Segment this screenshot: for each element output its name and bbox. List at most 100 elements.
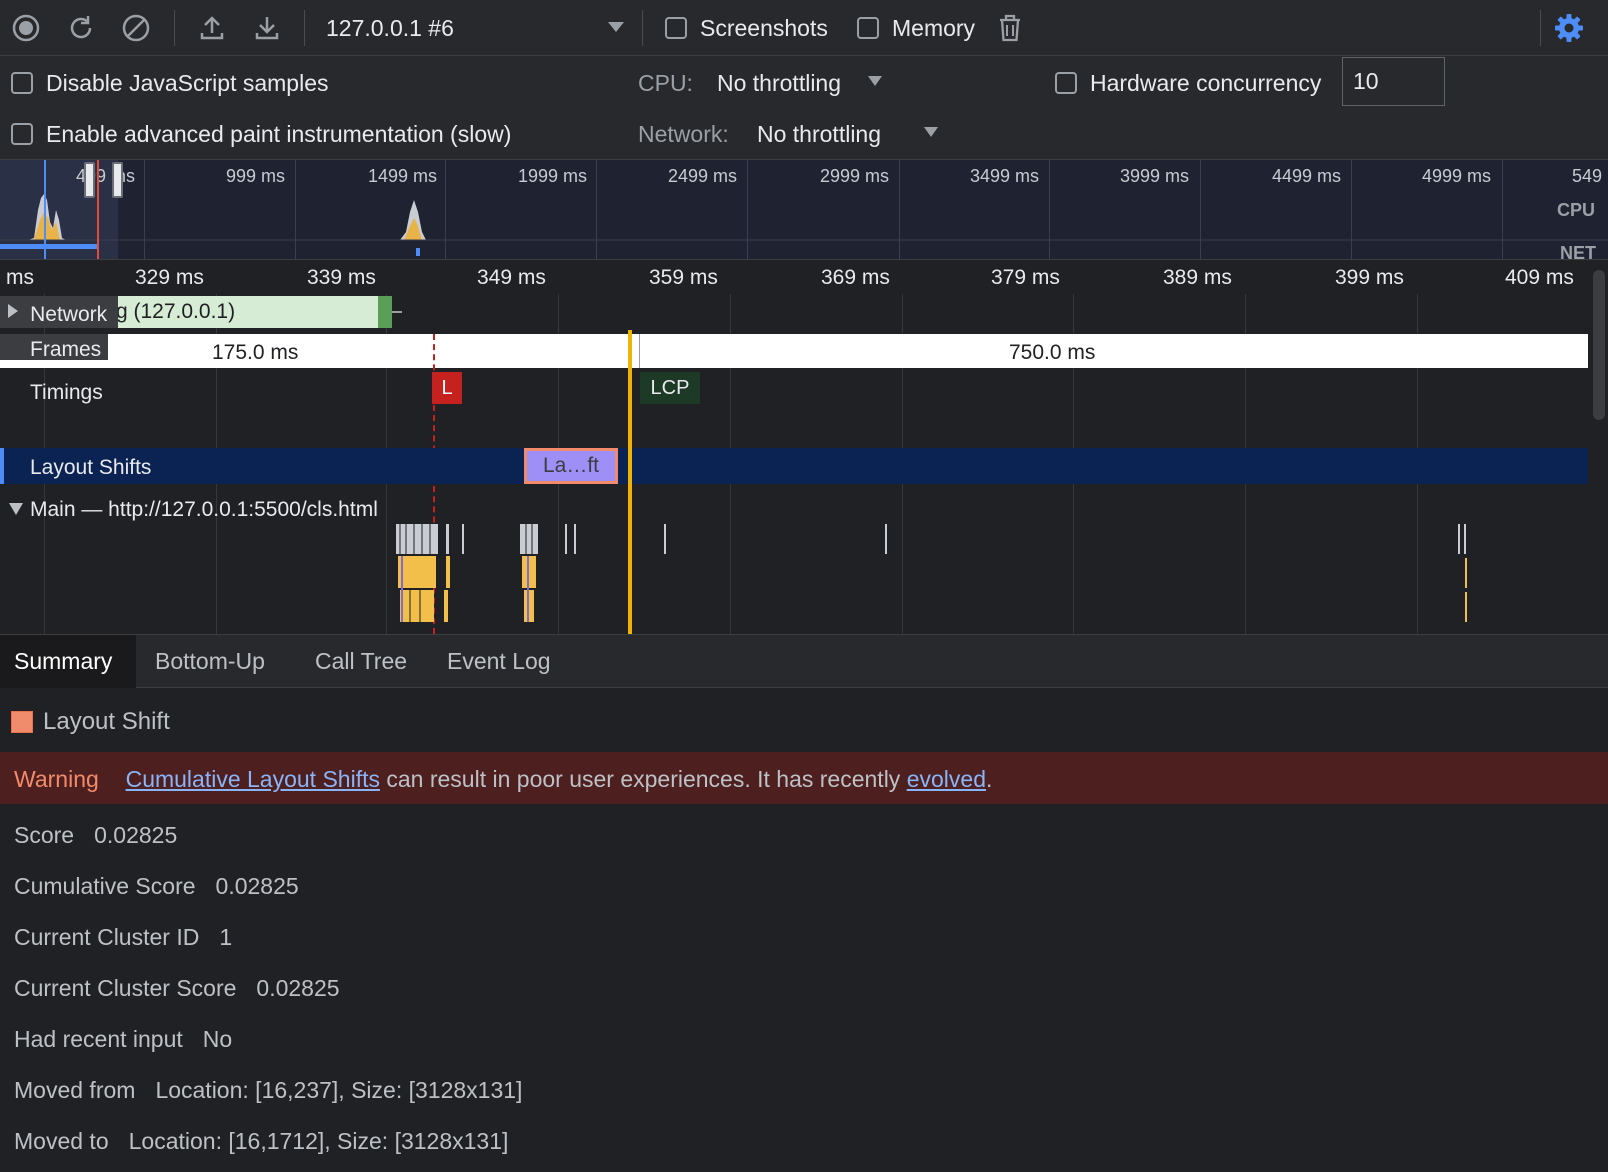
summary-panel: Layout Shift Warning Cumulative Layout S… — [0, 688, 1608, 1172]
tab-event-log[interactable]: Event Log — [433, 635, 565, 688]
gear-icon — [1555, 14, 1583, 42]
evolved-link[interactable]: evolved — [907, 766, 986, 792]
profile-select[interactable]: 127.0.0.1 #6 — [326, 17, 454, 40]
ruler-tick-label: 409 ms — [1505, 266, 1574, 289]
capture-settings-button[interactable] — [1553, 12, 1585, 44]
dropdown-arrow-icon[interactable] — [923, 126, 939, 139]
screenshots-checkbox[interactable] — [665, 17, 687, 39]
advanced-paint-checkbox[interactable] — [11, 123, 33, 145]
row-key: Had recent input — [14, 1026, 183, 1052]
cls-docs-link[interactable]: Cumulative Layout Shifts — [126, 766, 380, 792]
advanced-paint-label: Enable advanced paint instrumentation (s… — [46, 121, 512, 147]
tab-bottom-up[interactable]: Bottom-Up — [141, 635, 279, 688]
warning-end: . — [985, 766, 993, 792]
main-thread-track-label[interactable]: Main — http://127.0.0.1:5500/cls.html — [30, 499, 378, 520]
memory-label: Memory — [892, 15, 976, 41]
overview-cpu-label: CPU — [1557, 200, 1596, 220]
ruler-tick-label: 369 ms — [821, 266, 890, 289]
hardware-concurrency-checkbox[interactable] — [1055, 72, 1077, 94]
summary-row-recent-input: Had recent input No — [14, 1028, 232, 1051]
ruler-tick-label: 399 ms — [1335, 266, 1404, 289]
hardware-concurrency-input[interactable]: 10 — [1342, 57, 1445, 106]
triangle-right-icon — [8, 304, 18, 318]
row-value: 0.02825 — [215, 873, 299, 899]
record-button[interactable] — [10, 12, 42, 44]
load-profile-button[interactable] — [196, 12, 228, 44]
trash-icon — [1000, 14, 1020, 42]
lcp-marker[interactable]: LCP — [640, 372, 700, 404]
toolbar-divider — [304, 10, 305, 46]
capture-settings-pane: Disable JavaScript samples Enable advanc… — [0, 56, 1608, 160]
network-track-label: Network — [30, 303, 108, 326]
warning-banner: Warning Cumulative Layout Shifts can res… — [0, 752, 1608, 804]
network-request-label: g (127.0.0.1) — [116, 300, 236, 323]
row-key: Cumulative Score — [14, 873, 196, 899]
layout-shifts-track[interactable] — [0, 448, 1588, 484]
row-value: Location: [16,1712], Size: [3128x131] — [128, 1128, 509, 1154]
triangle-down-icon[interactable] — [8, 502, 24, 516]
flamechart-scrollbar-thumb[interactable] — [1593, 270, 1605, 420]
disable-js-samples-checkbox[interactable] — [11, 72, 33, 94]
row-key: Moved to — [14, 1128, 109, 1154]
ruler-tick-label: 389 ms — [1163, 266, 1232, 289]
network-track-header[interactable]: Network — [0, 296, 118, 328]
disable-js-samples-label: Disable JavaScript samples — [46, 70, 329, 96]
warning-text: can result in poor user experiences. It … — [379, 766, 907, 792]
overview-window-left-handle[interactable] — [84, 162, 95, 198]
garbage-collect-button[interactable] — [994, 12, 1026, 44]
cpu-throttling-label: CPU: — [638, 70, 693, 96]
cpu-activity-graph — [0, 160, 1608, 259]
dropdown-arrow-icon[interactable] — [607, 20, 625, 34]
network-request-whisker — [392, 311, 402, 313]
event-color-swatch — [11, 711, 33, 733]
main-thread-flamegraph[interactable] — [0, 524, 1588, 634]
hardware-concurrency-label: Hardware concurrency — [1090, 70, 1322, 96]
flame-chart[interactable]: g (127.0.0.1) Network Frames 175.0 ms 75… — [0, 294, 1590, 634]
cpu-throttling-select[interactable]: No throttling — [717, 72, 841, 95]
row-value: Location: [16,237], Size: [3128x131] — [155, 1077, 523, 1103]
ruler-tick-label: 329 ms — [135, 266, 204, 289]
summary-row-score: Score 0.02825 — [14, 824, 177, 847]
row-key: Current Cluster Score — [14, 975, 237, 1001]
summary-row-cluster-id: Current Cluster ID 1 — [14, 926, 232, 949]
toolbar-divider — [174, 10, 175, 46]
frame-duration[interactable]: 175.0 ms — [212, 342, 298, 363]
timeline-ruler: ms 329 ms 339 ms 349 ms 359 ms 369 ms 37… — [0, 260, 1590, 294]
save-profile-button[interactable] — [251, 12, 283, 44]
row-key: Score — [14, 822, 75, 848]
row-value: 1 — [219, 924, 233, 950]
ruler-tick-label: 359 ms — [649, 266, 718, 289]
tab-summary[interactable]: Summary — [0, 635, 136, 688]
flamechart-scrollbar-track[interactable] — [1590, 260, 1608, 634]
ruler-tick-label: ms — [6, 266, 34, 289]
summary-row-cumulative-score: Cumulative Score 0.02825 — [14, 875, 299, 898]
toolbar-divider — [1540, 10, 1541, 46]
layout-shift-event[interactable]: La…ft — [524, 448, 618, 484]
network-request-bar-end — [378, 296, 392, 328]
timeline-overview[interactable]: 499 ms 999 ms 1499 ms 1999 ms 2499 ms 29… — [0, 160, 1608, 260]
reload-record-button[interactable] — [65, 12, 97, 44]
clear-button[interactable] — [120, 12, 152, 44]
track-selection-indicator — [0, 448, 14, 484]
clear-icon — [122, 14, 150, 42]
tab-call-tree[interactable]: Call Tree — [301, 635, 421, 688]
row-value: 0.02825 — [256, 975, 340, 1001]
frame-duration[interactable]: 750.0 ms — [1009, 342, 1095, 363]
overview-window-right-handle[interactable] — [112, 162, 123, 198]
record-icon — [12, 14, 40, 42]
upload-icon — [200, 16, 224, 40]
memory-checkbox[interactable] — [857, 17, 879, 39]
summary-row-moved-from: Moved from Location: [16,237], Size: [312… — [14, 1079, 522, 1102]
timings-track-label[interactable]: Timings — [30, 382, 103, 403]
download-icon — [255, 17, 279, 40]
network-throttling-select[interactable]: No throttling — [757, 123, 881, 146]
load-event-marker[interactable]: L — [432, 372, 462, 404]
summary-row-moved-to: Moved to Location: [16,1712], Size: [3128… — [14, 1130, 508, 1153]
dropdown-arrow-icon[interactable] — [867, 75, 883, 88]
ruler-tick-label: 379 ms — [991, 266, 1060, 289]
frame-divider — [639, 334, 640, 368]
network-throttling-label: Network: — [638, 121, 729, 147]
overview-net-label: NET — [1560, 243, 1596, 260]
row-key: Moved from — [14, 1077, 136, 1103]
warning-label: Warning — [14, 766, 99, 792]
